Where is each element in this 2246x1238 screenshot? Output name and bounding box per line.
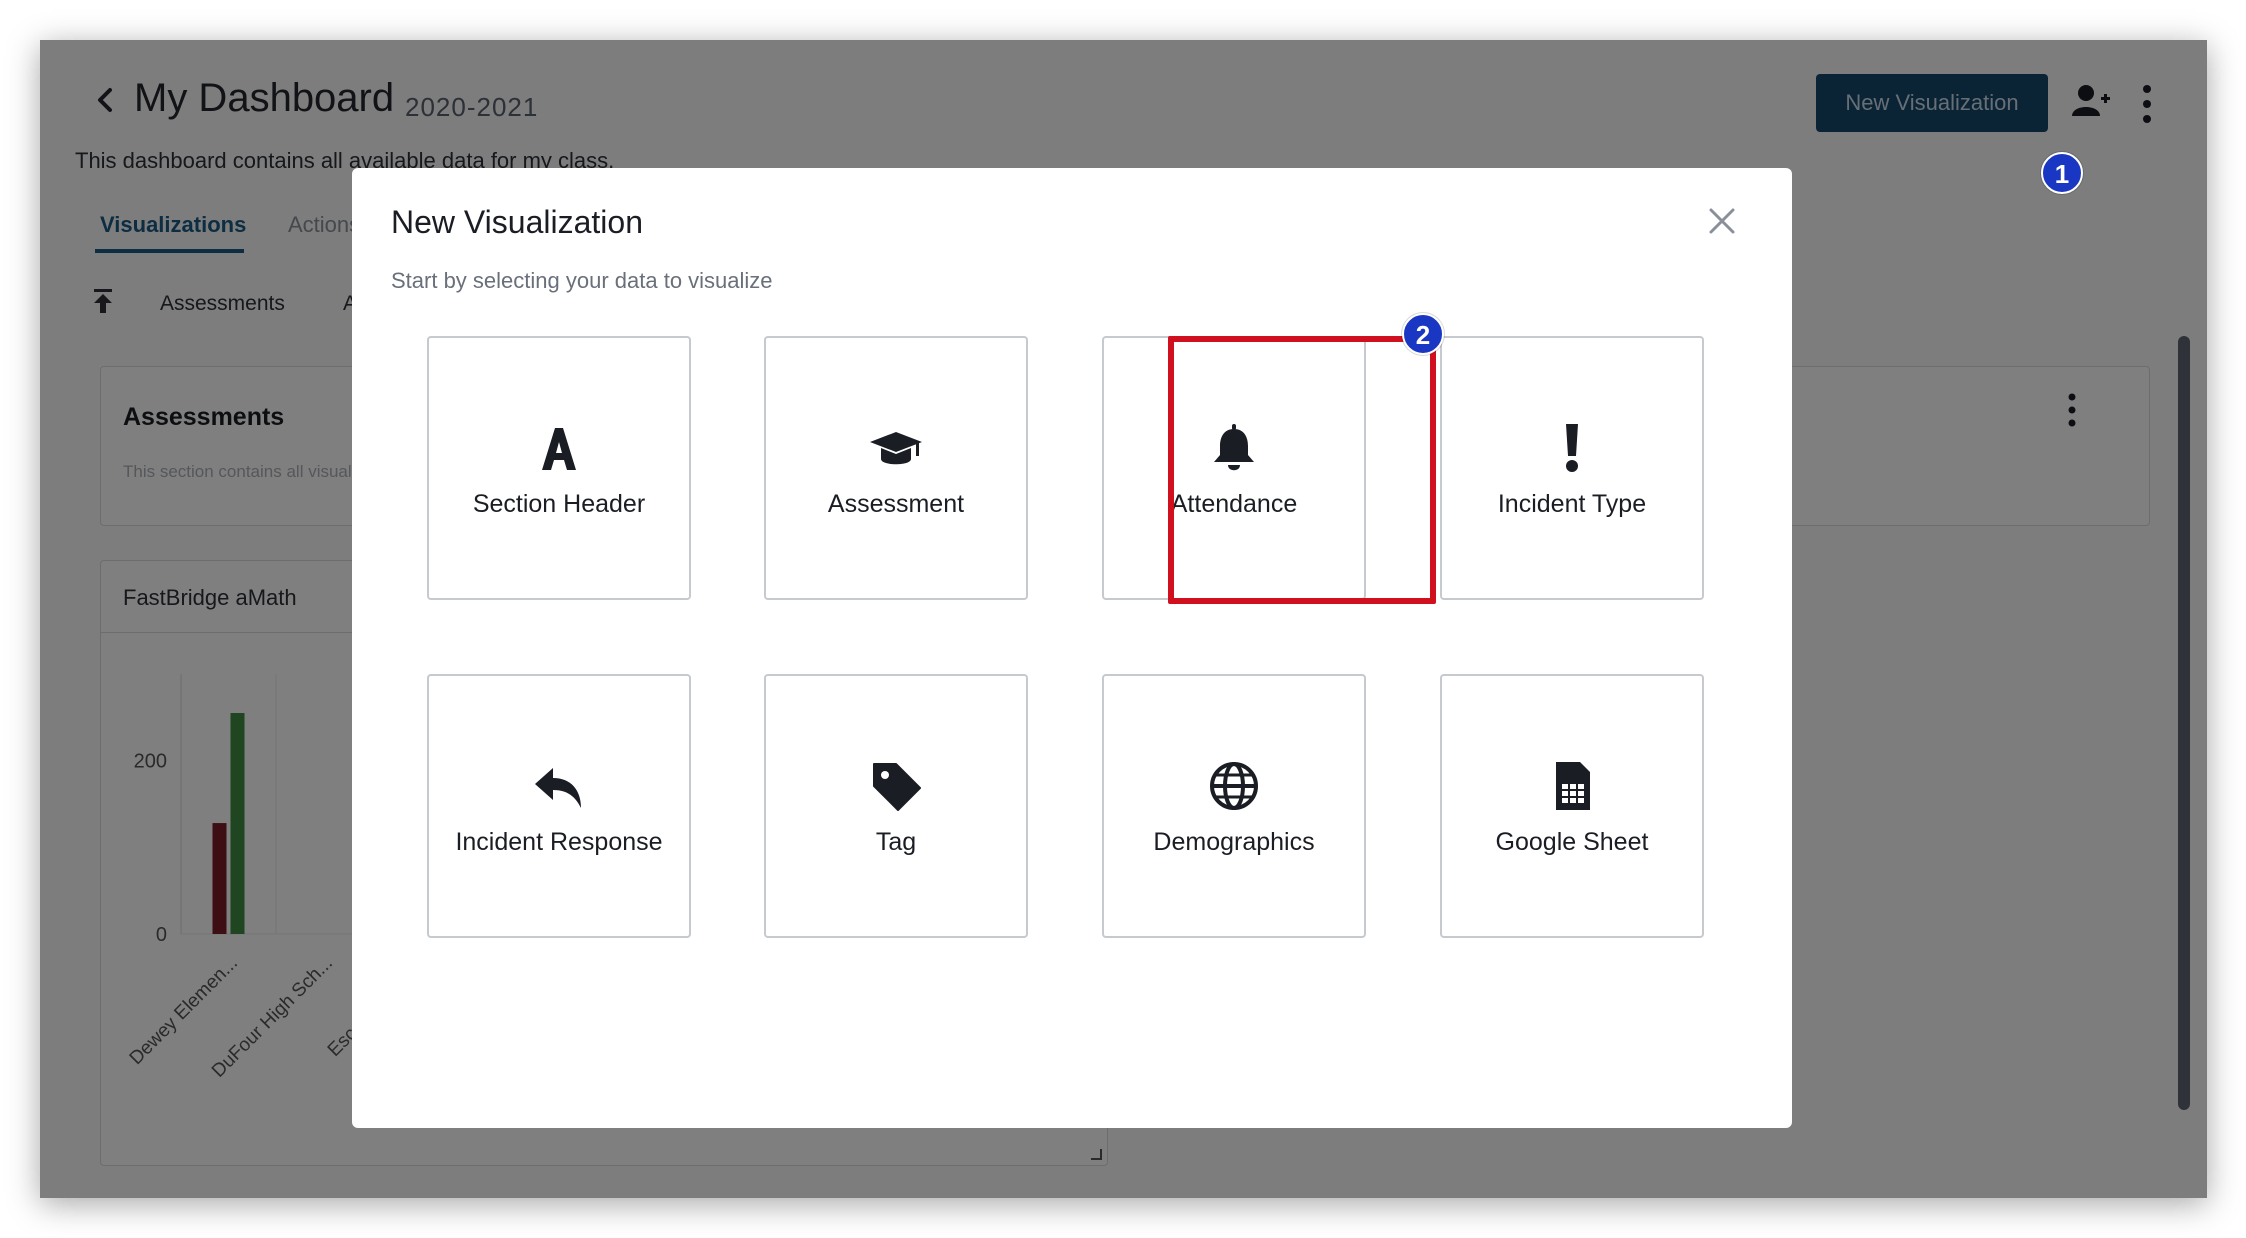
- tile-label: Tag: [875, 828, 917, 856]
- tile-google-sheet[interactable]: Google Sheet: [1440, 674, 1704, 938]
- tile-label: Google Sheet: [1495, 828, 1649, 856]
- tile-attendance[interactable]: Attendance: [1102, 336, 1366, 600]
- modal-subtitle: Start by selecting your data to visualiz…: [391, 268, 773, 293]
- tile-assessment[interactable]: Assessment: [764, 336, 1028, 600]
- tile-label: Section Header: [472, 490, 646, 518]
- tile-label: Incident Type: [1497, 490, 1647, 518]
- tile-tag[interactable]: Tag: [764, 674, 1028, 938]
- reply-icon: [535, 768, 581, 808]
- tile-label: Assessment: [827, 490, 965, 518]
- screenshot-frame: My Dashboard 2020-2021 This dashboard co…: [40, 40, 2207, 1198]
- step-badge-1: 1: [2041, 152, 2083, 194]
- tile-section-header[interactable]: Section Header: [427, 336, 691, 600]
- graduation-cap-icon: [870, 432, 922, 465]
- modal-title: New Visualization: [391, 204, 643, 240]
- close-icon[interactable]: [1707, 206, 1737, 236]
- tile-label: Demographics: [1153, 828, 1315, 856]
- tile-incident-type[interactable]: Incident Type: [1440, 336, 1704, 600]
- tile-incident-response[interactable]: Incident Response: [427, 674, 691, 938]
- spreadsheet-icon: [1556, 762, 1590, 810]
- letter-a-icon: [542, 428, 576, 470]
- exclamation-icon: [1566, 424, 1578, 472]
- new-visualization-modal: New Visualization Start by selecting you…: [352, 168, 1792, 1128]
- tile-label: Attendance: [1170, 490, 1298, 518]
- tile-demographics[interactable]: Demographics: [1102, 674, 1366, 938]
- tile-label: Incident Response: [455, 828, 663, 856]
- globe-icon: [1210, 762, 1258, 810]
- bell-icon: [1214, 424, 1254, 471]
- step-badge-2: 2: [1402, 313, 1444, 355]
- tag-icon: [873, 763, 921, 811]
